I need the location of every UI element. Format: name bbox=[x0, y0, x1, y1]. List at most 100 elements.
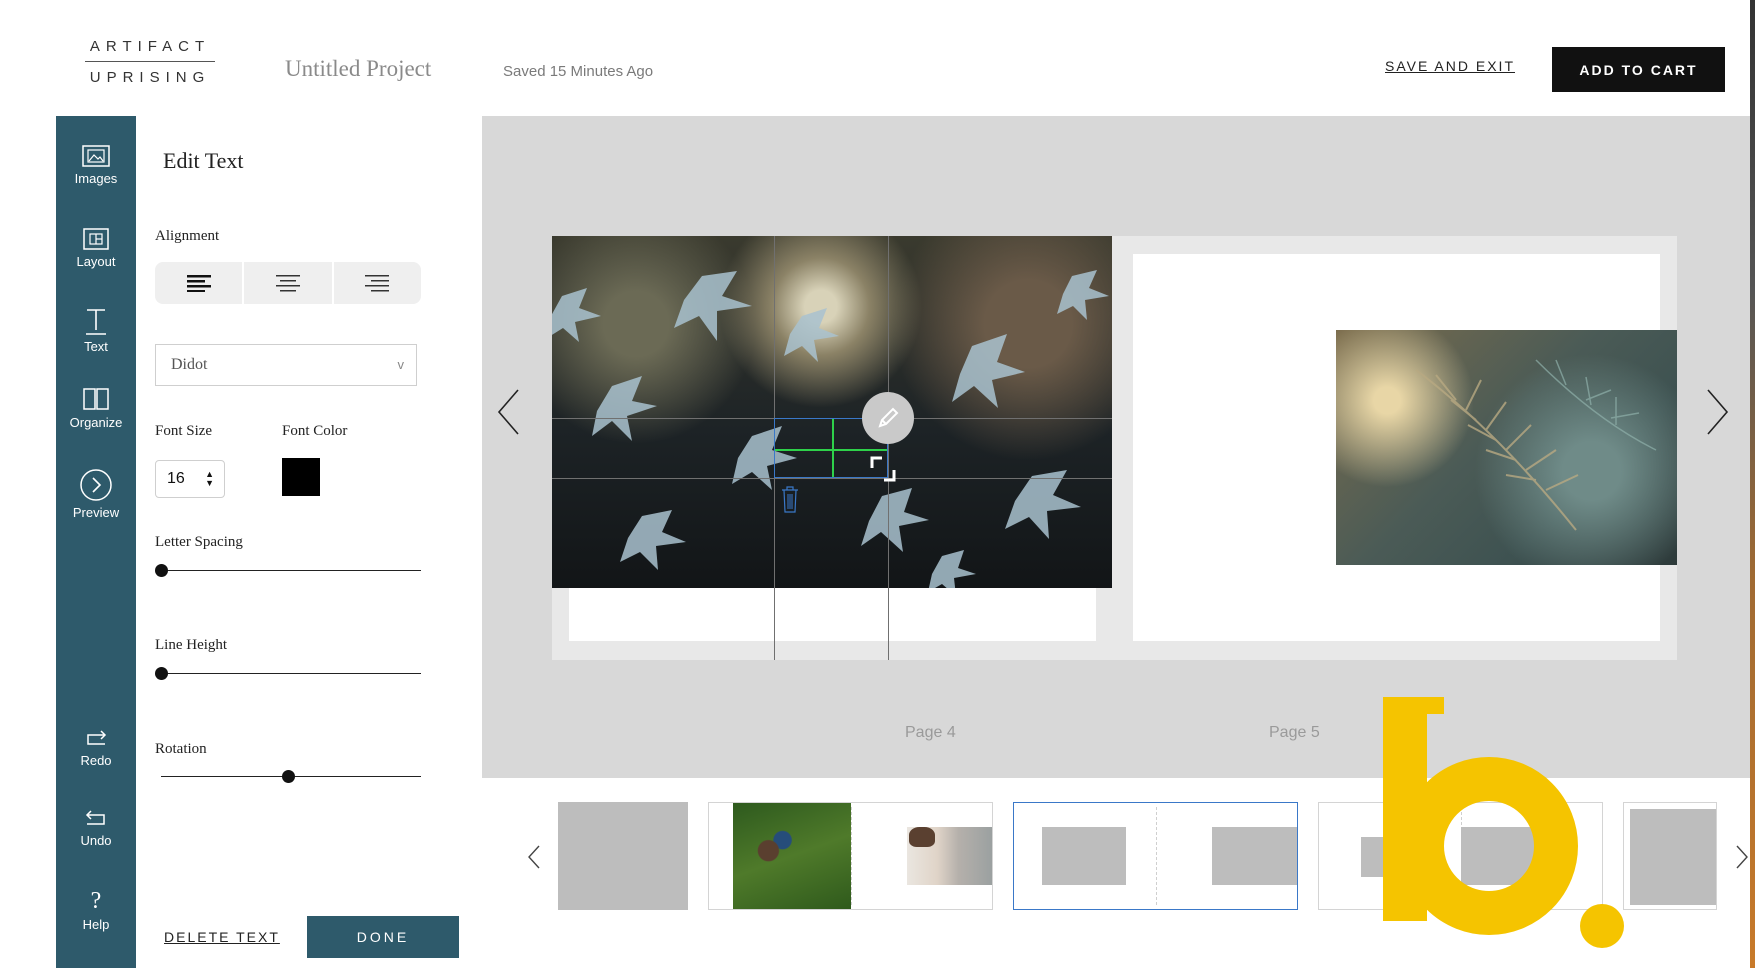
rail-item-redo[interactable]: Redo bbox=[56, 728, 136, 768]
rotation-label: Rotation bbox=[155, 741, 207, 757]
logo-bottom-text: UPRISING bbox=[89, 69, 211, 86]
thumbnail-spread-4[interactable] bbox=[1623, 802, 1717, 910]
help-icon: ? bbox=[90, 888, 102, 914]
project-title[interactable]: Untitled Project bbox=[285, 56, 431, 82]
slider-track bbox=[161, 673, 421, 674]
slider-knob[interactable] bbox=[281, 770, 295, 783]
editor-canvas: Page 4 Page 5 bbox=[482, 116, 1755, 778]
pencil-icon bbox=[878, 407, 899, 428]
watermark-b-cap bbox=[1383, 697, 1444, 714]
image-icon bbox=[82, 145, 110, 167]
resize-handle-icon[interactable] bbox=[870, 456, 896, 482]
edit-text-panel: Edit Text Alignment Didot v Font Size Fo… bbox=[136, 116, 482, 968]
slider-knob[interactable] bbox=[155, 667, 168, 680]
trash-icon[interactable] bbox=[780, 484, 800, 514]
redo-icon bbox=[87, 730, 107, 745]
thumbnail-spread-1[interactable] bbox=[708, 802, 993, 910]
page-label-5: Page 5 bbox=[1269, 724, 1320, 741]
font-color-label: Font Color bbox=[282, 423, 348, 439]
rail-label-preview: Preview bbox=[72, 505, 120, 520]
font-color-swatch[interactable] bbox=[282, 458, 320, 496]
rail-item-organize[interactable]: Organize bbox=[56, 386, 136, 430]
line-height-slider[interactable] bbox=[155, 666, 421, 682]
filmstrip-next-icon[interactable] bbox=[1735, 844, 1749, 870]
thumbnail-spread-2[interactable] bbox=[1013, 802, 1298, 910]
font-family-value: Didot bbox=[171, 356, 208, 373]
rail-item-images[interactable]: Images bbox=[56, 144, 136, 186]
frost-photo[interactable] bbox=[552, 236, 1112, 588]
thumbnail-placeholder bbox=[1630, 809, 1716, 905]
slider-track bbox=[161, 570, 421, 571]
snap-guide-vertical bbox=[832, 419, 834, 477]
alignment-group bbox=[155, 262, 421, 304]
page-label-4: Page 4 bbox=[905, 724, 956, 741]
fern-photo[interactable] bbox=[1336, 330, 1677, 565]
artifact-uprising-logo[interactable]: ARTIFACT UPRISING bbox=[80, 38, 220, 86]
top-header: ARTIFACT UPRISING Untitled Project Saved… bbox=[0, 0, 1755, 116]
done-button[interactable]: DONE bbox=[307, 916, 459, 958]
thumbnail-photo-hair bbox=[909, 827, 935, 847]
rail-label-undo: Undo bbox=[80, 833, 112, 848]
prev-page-arrow-icon[interactable] bbox=[496, 388, 522, 436]
thumbnail-fold bbox=[1156, 807, 1157, 905]
rail-label-layout: Layout bbox=[76, 254, 116, 269]
rail-item-undo[interactable]: Undo bbox=[56, 808, 136, 848]
align-left-button[interactable] bbox=[155, 262, 242, 304]
saved-status: Saved 15 Minutes Ago bbox=[503, 63, 654, 80]
chevron-down-icon: v bbox=[397, 357, 405, 372]
fern-frost-image bbox=[1415, 359, 1657, 531]
thumbnail-placeholder bbox=[558, 802, 688, 910]
watermark-dot bbox=[1580, 904, 1624, 948]
line-height-label: Line Height bbox=[155, 637, 228, 653]
thumbnail-placeholder bbox=[1212, 827, 1297, 885]
undo-icon bbox=[85, 810, 105, 825]
rail-label-redo: Redo bbox=[80, 753, 112, 768]
alignment-label: Alignment bbox=[155, 228, 220, 244]
frost-crystals-image bbox=[552, 270, 1109, 588]
logo-top-text: ARTIFACT bbox=[89, 38, 211, 55]
rail-item-text[interactable]: Text bbox=[56, 306, 136, 354]
stepper-arrows-icon: ▲ ▼ bbox=[205, 469, 214, 488]
rail-label-organize: Organize bbox=[69, 415, 123, 430]
letter-spacing-slider[interactable] bbox=[155, 563, 421, 579]
align-left-icon bbox=[186, 275, 211, 292]
rail-item-layout[interactable]: Layout bbox=[56, 227, 136, 269]
book-icon bbox=[83, 388, 109, 410]
save-and-exit-link[interactable]: SAVE AND EXIT bbox=[1385, 58, 1515, 74]
panel-title: Edit Text bbox=[163, 148, 244, 173]
page-5[interactable] bbox=[1116, 236, 1677, 660]
watermark-b-foot bbox=[1383, 904, 1427, 921]
guide-line-vertical bbox=[888, 236, 889, 660]
guide-line-horizontal bbox=[552, 478, 1112, 479]
page-4[interactable] bbox=[552, 236, 1112, 660]
delete-text-link[interactable]: DELETE TEXT bbox=[164, 929, 280, 945]
font-size-value: 16 bbox=[167, 470, 185, 487]
thumbnail-fold bbox=[851, 807, 852, 905]
layout-icon bbox=[83, 228, 109, 250]
rail-item-help[interactable]: ? Help bbox=[56, 888, 136, 932]
add-to-cart-button[interactable]: ADD TO CART bbox=[1552, 47, 1725, 92]
slider-knob[interactable] bbox=[155, 564, 168, 577]
text-icon bbox=[86, 309, 106, 335]
next-page-arrow-icon[interactable] bbox=[1704, 388, 1730, 436]
window-edge bbox=[1750, 0, 1755, 968]
rail-item-preview[interactable]: Preview bbox=[56, 468, 136, 520]
filmstrip-prev-icon[interactable] bbox=[527, 844, 541, 870]
font-family-select[interactable]: Didot v bbox=[155, 344, 417, 386]
rail-label-images: Images bbox=[74, 171, 118, 186]
rail-label-text: Text bbox=[84, 339, 108, 354]
snap-guide-horizontal bbox=[775, 449, 887, 451]
font-size-stepper[interactable]: 16 ▲ ▼ bbox=[155, 460, 225, 498]
rail-label-help: Help bbox=[82, 917, 110, 932]
rotation-slider[interactable] bbox=[155, 769, 421, 785]
align-center-icon bbox=[275, 275, 300, 292]
align-right-button[interactable] bbox=[331, 262, 421, 304]
chevron-circle-icon bbox=[80, 469, 112, 501]
align-center-button[interactable] bbox=[242, 262, 331, 304]
logo-divider bbox=[85, 61, 215, 62]
thumbnail-cover[interactable] bbox=[558, 802, 688, 910]
letter-spacing-label: Letter Spacing bbox=[155, 534, 243, 550]
edit-text-button[interactable] bbox=[862, 392, 914, 444]
book-spread bbox=[552, 236, 1677, 660]
font-size-label: Font Size bbox=[155, 423, 213, 439]
